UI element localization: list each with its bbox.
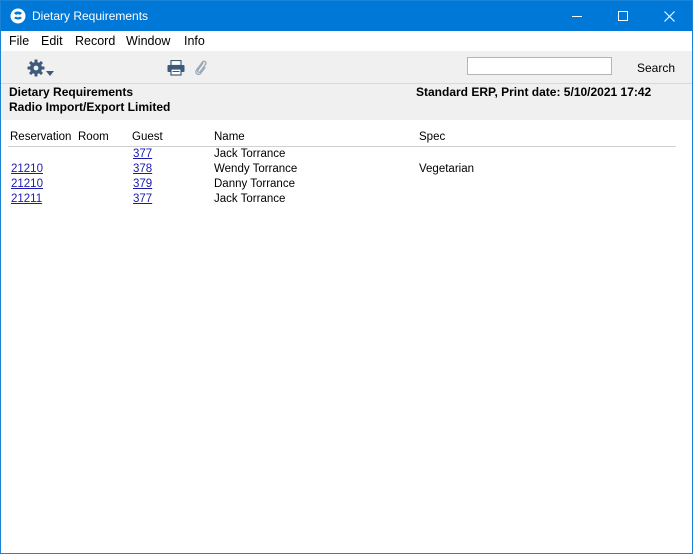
report-body: Reservation Room Guest Name Spec 377 Jac… <box>1 120 692 552</box>
menu-bar: File Edit Record Window Info <box>1 31 692 51</box>
row-reservation-link[interactable]: 21211 <box>11 193 42 205</box>
menu-record[interactable]: Record <box>75 34 115 48</box>
minimize-icon <box>572 16 582 17</box>
company-name: Radio Import/Export Limited <box>9 100 171 114</box>
row-guest-link[interactable]: 377 <box>133 148 152 160</box>
maximize-button[interactable] <box>600 1 646 31</box>
menu-edit[interactable]: Edit <box>41 34 63 48</box>
gear-icon[interactable] <box>27 59 45 77</box>
column-header-name: Name <box>214 131 245 143</box>
header-divider <box>8 146 676 147</box>
column-header-room: Room <box>78 131 109 143</box>
chevron-down-icon[interactable] <box>46 65 54 76</box>
row-guest-name: Danny Torrance <box>214 178 295 190</box>
menu-info[interactable]: Info <box>184 34 205 48</box>
row-reservation-link[interactable]: 21210 <box>11 178 43 190</box>
row-guest-link[interactable]: 378 <box>133 163 152 175</box>
row-guest-name: Wendy Torrance <box>214 163 298 175</box>
report-title: Dietary Requirements <box>9 85 134 99</box>
toolbar: Search <box>1 51 692 83</box>
row-spec: Vegetarian <box>419 163 474 175</box>
app-logo-icon <box>10 8 26 24</box>
close-icon <box>663 10 675 22</box>
paperclip-icon[interactable] <box>194 59 208 77</box>
close-button[interactable] <box>646 1 692 31</box>
maximize-icon <box>618 11 628 21</box>
column-header-spec: Spec <box>419 131 446 143</box>
search-input[interactable] <box>467 57 612 75</box>
row-guest-link[interactable]: 379 <box>133 178 152 190</box>
row-guest-link[interactable]: 377 <box>133 193 152 205</box>
column-header-guest: Guest <box>132 131 163 143</box>
search-button[interactable]: Search <box>637 61 675 75</box>
minimize-button[interactable] <box>554 1 600 31</box>
title-bar[interactable]: Dietary Requirements <box>1 1 692 31</box>
menu-window[interactable]: Window <box>126 34 170 48</box>
window-title: Dietary Requirements <box>32 9 149 23</box>
menu-file[interactable]: File <box>9 34 29 48</box>
row-guest-name: Jack Torrance <box>214 148 286 160</box>
print-info: Standard ERP, Print date: 5/10/2021 17:4… <box>416 85 652 99</box>
printer-icon[interactable] <box>167 59 185 76</box>
row-reservation-link[interactable]: 21210 <box>11 163 43 175</box>
report-window: Dietary Requirements File Edit Record Wi… <box>0 0 693 554</box>
column-header-reservation: Reservation <box>10 131 72 143</box>
report-header: Dietary Requirements Radio Import/Export… <box>1 83 692 121</box>
row-guest-name: Jack Torrance <box>214 193 286 205</box>
